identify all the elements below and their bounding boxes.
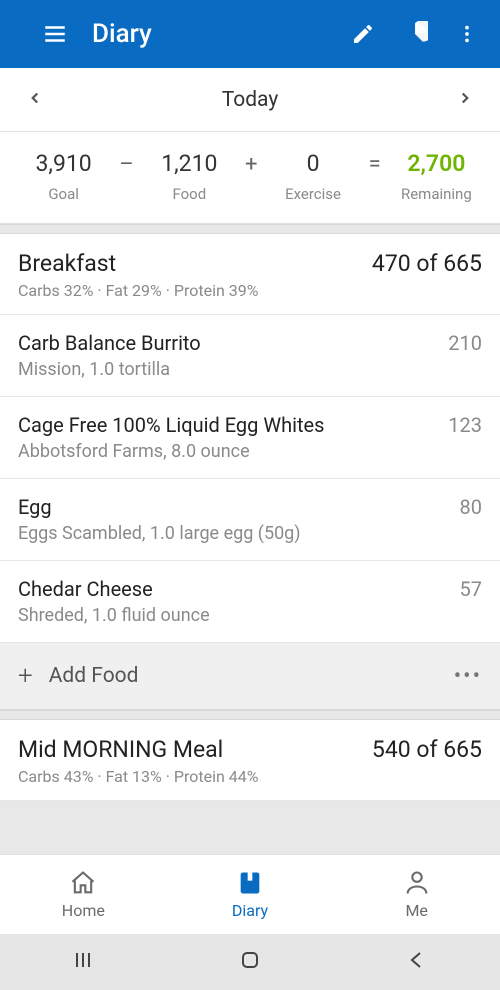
edit-icon[interactable] (348, 19, 378, 49)
food-item[interactable]: Cage Free 100% Liquid Egg Whites Abbotsf… (0, 397, 500, 479)
meal-macros: Carbs 43% · Fat 13% · Protein 44% (18, 767, 258, 786)
equals-sign: = (365, 152, 385, 177)
food-calories: 123 (448, 413, 482, 437)
app-bar: Diary (0, 0, 500, 68)
exercise-value: 0 (261, 150, 364, 177)
back-button[interactable] (405, 948, 429, 976)
bottom-nav: Home Diary Me (0, 854, 500, 934)
meal-macros: Carbs 32% · Fat 29% · Protein 39% (18, 281, 258, 300)
meal-list: Breakfast Carbs 32% · Fat 29% · Protein … (0, 234, 500, 854)
meal-name: Breakfast (18, 250, 258, 277)
food-details: Eggs Scambled, 1.0 large egg (50g) (18, 523, 301, 544)
home-button[interactable] (238, 948, 262, 976)
meal-more-icon[interactable]: ••• (454, 664, 482, 689)
recents-button[interactable] (71, 948, 95, 976)
summary-remaining: 2,700 Remaining (385, 150, 488, 203)
pie-chart-icon[interactable] (400, 19, 430, 49)
food-calories: 80 (460, 495, 482, 519)
meal-totals: 540 of 665 (372, 736, 482, 763)
tab-home[interactable]: Home (0, 855, 167, 934)
add-food-label: Add Food (49, 664, 139, 688)
tab-diary[interactable]: Diary (167, 855, 334, 934)
food-name: Cage Free 100% Liquid Egg Whites (18, 413, 324, 437)
home-icon (68, 869, 98, 897)
meal-header-mid-morning[interactable]: Mid MORNING Meal Carbs 43% · Fat 13% · P… (0, 720, 500, 801)
food-label: Food (138, 185, 241, 203)
plus-sign: + (241, 152, 261, 177)
food-item[interactable]: Chedar Cheese Shreded, 1.0 fluid ounce 5… (0, 561, 500, 643)
next-day-button[interactable] (456, 89, 474, 111)
app-title: Diary (92, 19, 152, 49)
tab-label: Home (62, 901, 105, 920)
food-calories: 57 (460, 577, 482, 601)
food-item[interactable]: Egg Eggs Scambled, 1.0 large egg (50g) 8… (0, 479, 500, 561)
meal-header-breakfast[interactable]: Breakfast Carbs 32% · Fat 29% · Protein … (0, 234, 500, 315)
tab-me[interactable]: Me (333, 855, 500, 934)
more-vert-icon[interactable] (452, 19, 482, 49)
summary-exercise: 0 Exercise (261, 150, 364, 203)
remaining-label: Remaining (385, 185, 488, 203)
goal-value: 3,910 (12, 150, 115, 177)
food-details: Abbotsford Farms, 8.0 ounce (18, 441, 324, 462)
meal-totals: 470 of 665 (372, 250, 482, 277)
add-food-row: + Add Food ••• (0, 643, 500, 710)
section-divider (0, 224, 500, 234)
minus-sign: – (115, 152, 137, 177)
food-details: Mission, 1.0 tortilla (18, 359, 201, 380)
plus-icon: + (18, 661, 33, 691)
food-details: Shreded, 1.0 fluid ounce (18, 605, 210, 626)
exercise-label: Exercise (261, 185, 364, 203)
diary-icon (235, 869, 265, 897)
tab-label: Diary (232, 901, 268, 920)
food-name: Chedar Cheese (18, 577, 210, 601)
menu-icon[interactable] (40, 19, 70, 49)
tab-label: Me (405, 901, 427, 920)
prev-day-button[interactable] (26, 89, 44, 111)
calorie-summary: 3,910 Goal – 1,210 Food + 0 Exercise = 2… (0, 132, 500, 224)
summary-goal: 3,910 Goal (12, 150, 115, 203)
date-navigator: Today (0, 68, 500, 132)
current-date-label[interactable]: Today (222, 88, 279, 112)
food-item[interactable]: Carb Balance Burrito Mission, 1.0 tortil… (0, 315, 500, 397)
section-divider (0, 710, 500, 720)
food-name: Egg (18, 495, 301, 519)
person-icon (402, 869, 432, 897)
food-name: Carb Balance Burrito (18, 331, 201, 355)
summary-food: 1,210 Food (138, 150, 241, 203)
add-food-button[interactable]: + Add Food (18, 661, 139, 691)
food-calories: 210 (448, 331, 482, 355)
remaining-value: 2,700 (385, 150, 488, 177)
food-value: 1,210 (138, 150, 241, 177)
system-nav-bar (0, 934, 500, 990)
goal-label: Goal (12, 185, 115, 203)
meal-name: Mid MORNING Meal (18, 736, 258, 763)
